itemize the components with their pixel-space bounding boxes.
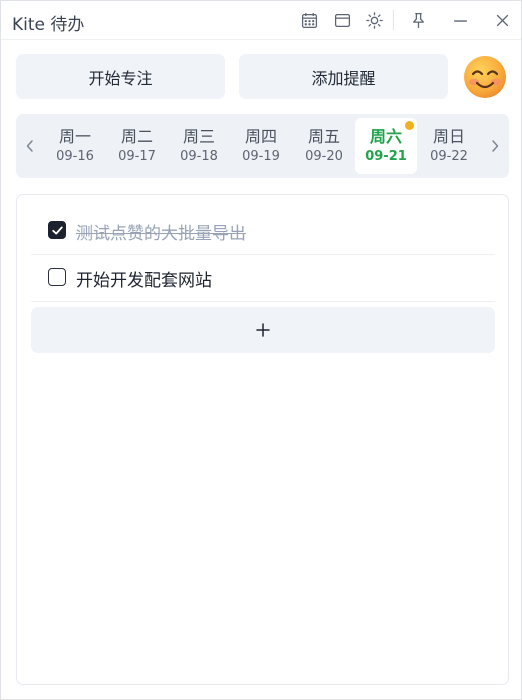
- day-thursday[interactable]: 周四 09-19: [230, 118, 292, 174]
- day-name: 周一: [58, 126, 91, 146]
- title-separator: [393, 10, 394, 30]
- day-date: 09-21: [365, 148, 407, 164]
- start-focus-button[interactable]: 开始专注: [16, 54, 225, 99]
- minimize-icon[interactable]: [449, 9, 471, 31]
- app-title: Kite 待办: [12, 15, 85, 35]
- day-date: 09-16: [56, 148, 94, 164]
- day-date: 09-19: [242, 148, 280, 164]
- pin-icon[interactable]: [407, 9, 429, 31]
- app-window: Kite 待办 开始专注 添加提醒 周一 09-16 周二 09-17 周三 0…: [0, 0, 522, 700]
- day-name: 周二: [120, 126, 153, 146]
- day-date: 09-17: [118, 148, 156, 164]
- window-icon[interactable]: [331, 9, 353, 31]
- task-checkbox[interactable]: [48, 268, 66, 286]
- day-sunday[interactable]: 周日 09-22: [418, 118, 480, 174]
- chevron-right-icon[interactable]: [486, 134, 504, 158]
- add-task-button[interactable]: [31, 307, 495, 353]
- close-icon[interactable]: [491, 9, 513, 31]
- task-text: 测试点赞的大批量导出: [76, 224, 246, 244]
- calendar-icon[interactable]: [298, 9, 320, 31]
- day-saturday-selected[interactable]: 周六 09-21: [355, 118, 417, 174]
- task-item[interactable]: 开始开发配套网站: [31, 254, 495, 302]
- title-bar: Kite 待办: [1, 1, 521, 40]
- task-item[interactable]: 测试点赞的大批量导出: [31, 207, 495, 255]
- checkmark-icon: [52, 226, 63, 235]
- task-checkbox-checked[interactable]: [48, 221, 66, 239]
- day-friday[interactable]: 周五 09-20: [293, 118, 355, 174]
- day-name: 周三: [182, 126, 215, 146]
- add-reminder-button[interactable]: 添加提醒: [239, 54, 448, 99]
- day-name: 周四: [244, 126, 277, 146]
- day-name: 周六: [369, 126, 402, 146]
- plus-icon: [256, 323, 270, 337]
- reminder-dot: [405, 121, 414, 130]
- day-monday[interactable]: 周一 09-16: [44, 118, 106, 174]
- chevron-left-icon[interactable]: [21, 134, 39, 158]
- day-name: 周五: [307, 126, 340, 146]
- task-list-panel: 测试点赞的大批量导出 开始开发配套网站: [16, 194, 509, 685]
- day-tuesday[interactable]: 周二 09-17: [106, 118, 168, 174]
- week-selector: 周一 09-16 周二 09-17 周三 09-18 周四 09-19 周五 0…: [16, 114, 509, 178]
- day-date: 09-22: [430, 148, 468, 164]
- day-name: 周日: [432, 126, 465, 146]
- day-date: 09-18: [180, 148, 218, 164]
- avatar[interactable]: [463, 55, 507, 99]
- task-text: 开始开发配套网站: [76, 271, 212, 291]
- sun-icon[interactable]: [363, 9, 385, 31]
- day-wednesday[interactable]: 周三 09-18: [168, 118, 230, 174]
- day-date: 09-20: [305, 148, 343, 164]
